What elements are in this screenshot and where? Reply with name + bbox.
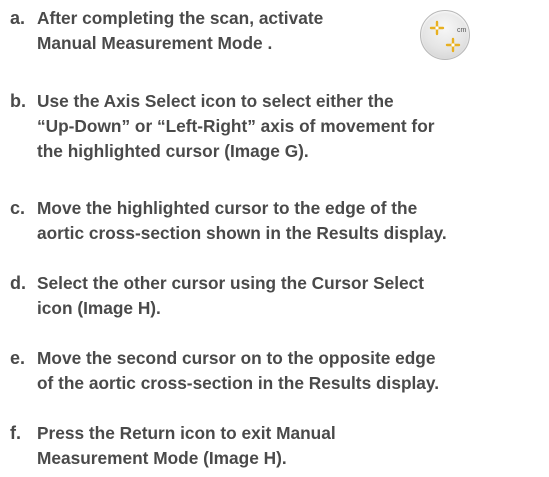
step-line: Move the highlighted cursor to the edge … (37, 198, 418, 218)
step-d: d. Select the other cursor using the Cur… (0, 271, 549, 321)
step-line: Use the Axis Select icon to select eithe… (37, 91, 394, 111)
step-c: c. Move the highlighted cursor to the ed… (0, 196, 549, 246)
step-f: f. Press the Return icon to exit Manual … (0, 421, 549, 471)
step-b: b. Use the Axis Select icon to select ei… (0, 89, 549, 164)
step-letter: d. (10, 273, 26, 293)
step-line: “Up-Down” or “Left-Right” axis of moveme… (37, 116, 435, 136)
step-line: icon (Image H). (37, 298, 161, 318)
step-line: Manual Measurement Mode . (37, 33, 273, 53)
step-text: Move the second cursor on to the opposit… (37, 346, 439, 396)
step-text: Move the highlighted cursor to the edge … (37, 196, 447, 246)
step-text: Use the Axis Select icon to select eithe… (37, 89, 434, 164)
step-text: Select the other cursor using the Cursor… (37, 271, 424, 321)
cm-label: cm (457, 27, 467, 34)
manual-measurement-mode-icon: cm (420, 10, 470, 60)
step-line: Move the second cursor on to the opposit… (37, 348, 436, 368)
step-line: the highlighted cursor (Image G). (37, 141, 309, 161)
step-letter: a. (10, 8, 26, 28)
step-letter: f. (10, 423, 21, 443)
step-text: After completing the scan, activate Manu… (37, 6, 323, 56)
step-line: Measurement Mode (Image H). (37, 448, 287, 468)
step-line: aortic cross-section shown in the Result… (37, 223, 447, 243)
crosshair-cursors-icon: cm (429, 20, 467, 53)
step-line: of the aortic cross-section in the Resul… (37, 373, 440, 393)
step-letter: c. (10, 198, 26, 218)
step-letter: b. (10, 91, 26, 111)
step-letter: e. (10, 348, 26, 368)
step-line: Press the Return icon to exit Manual (37, 423, 336, 443)
step-line: After completing the scan, activate (37, 8, 324, 28)
step-e: e. Move the second cursor on to the oppo… (0, 346, 549, 396)
step-text: Press the Return icon to exit Manual Mea… (37, 421, 336, 471)
step-line: Select the other cursor using the Cursor… (37, 273, 425, 293)
